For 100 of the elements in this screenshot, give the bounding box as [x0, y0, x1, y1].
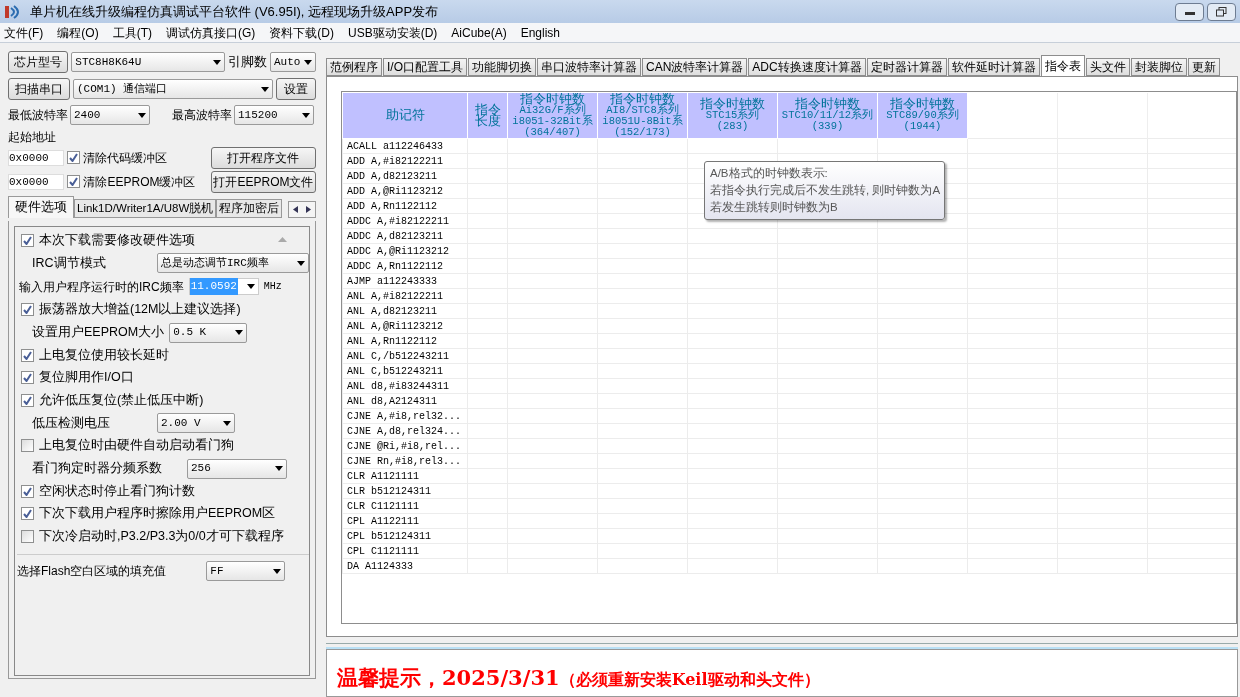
tooltip-line: 若发生跳转则时钟数为B [710, 200, 839, 215]
window-title: 单片机在线升级编程仿真调试平台软件 (V6.95I), 远程现场升级APP发布 [30, 2, 439, 21]
tab[interactable]: I/O口配置工具 [383, 58, 467, 76]
checkbox[interactable] [21, 348, 34, 362]
tab[interactable]: 头文件 [1085, 58, 1130, 76]
dropdown[interactable]: 115200 [234, 105, 314, 125]
table-cell: CJNE @Ri,#i8,rel... [347, 441, 462, 452]
label: 选择Flash空白区域的填充值 [17, 563, 167, 580]
menu-item[interactable]: 调试仿真接口(G) [166, 23, 256, 42]
menu-item[interactable]: 文件(F) [4, 23, 44, 42]
scroll-left-icon[interactable] [293, 206, 298, 213]
tab[interactable]: 串口波特率计算器 [537, 58, 641, 76]
checkbox[interactable] [21, 233, 34, 247]
table-cell: CLR b512124311 [347, 486, 431, 497]
address-field[interactable]: 0x0000 [8, 173, 65, 190]
dropdown[interactable]: (COM1) 通信端口 [73, 79, 273, 99]
dropdown-arrow-icon [223, 420, 231, 426]
label: IRC调节模式 [32, 254, 107, 272]
checkbox[interactable] [21, 303, 34, 317]
dropdown-arrow-icon [302, 112, 310, 118]
checkbox-label: 上电复位时由硬件自动启动看门狗 [39, 437, 234, 455]
tab[interactable]: 定时器计算器 [866, 58, 947, 76]
tab[interactable]: 指令表 [1040, 55, 1085, 76]
table-cell: AJMP a112243333 [347, 276, 437, 287]
dropdown-arrow-icon [235, 330, 244, 335]
restore-icon [1216, 6, 1227, 17]
menu-item[interactable]: 编程(O) [57, 23, 99, 42]
button[interactable]: 设置 [276, 78, 316, 100]
tab[interactable]: 软件延时计算器 [947, 58, 1040, 76]
button[interactable]: 芯片型号 [8, 51, 69, 73]
checkbox[interactable] [67, 151, 81, 164]
dropdown-arrow-icon [273, 568, 282, 574]
checkbox[interactable] [21, 371, 34, 385]
minimize-button[interactable] [1175, 2, 1204, 21]
menu-item[interactable]: AiCube(A) [451, 23, 507, 42]
dropdown[interactable]: 0.5 K [169, 322, 248, 343]
scroll-right-icon[interactable] [306, 206, 311, 213]
menu-item[interactable]: USB驱动安装(D) [348, 23, 438, 42]
button[interactable]: 扫描串口 [8, 78, 70, 100]
table-cell: CPL C1121111 [347, 546, 419, 557]
tooltip-line: A/B格式的时钟数表示: [710, 166, 829, 181]
button[interactable]: 打开程序文件 [210, 146, 316, 169]
menu-item[interactable]: English [520, 23, 561, 42]
dropdown[interactable]: 2400 [70, 105, 150, 125]
checkbox[interactable] [21, 507, 34, 521]
dropdown-arrow-icon [261, 86, 269, 92]
tab[interactable]: 硬件选项 [8, 196, 74, 218]
label: 设置用户EEPROM大小 [32, 324, 165, 342]
checkbox[interactable] [67, 175, 81, 188]
table-cell: CLR A1121111 [347, 471, 419, 482]
table-cell: ANL A,#i82122211 [347, 291, 443, 302]
label: 低压检测电压 [32, 414, 111, 432]
tab[interactable]: CAN波特率计算器 [642, 58, 748, 76]
tab[interactable]: ADC转换速度计算器 [748, 58, 866, 76]
menu-item[interactable]: 资料下载(D) [269, 23, 334, 42]
checkbox-label: 振荡器放大增益(12M以上建议选择) [39, 301, 241, 319]
checkbox-label: 空闲状态时停止看门狗计数 [39, 482, 195, 500]
dropdown-arrow-icon [275, 466, 283, 471]
table-cell: ADDC A,d82123211 [347, 231, 443, 242]
checkbox[interactable] [21, 484, 34, 498]
table-cell: ADD A,d82123211 [347, 171, 437, 182]
label: 最低波特率 [8, 107, 68, 124]
dropdown[interactable]: 256 [187, 458, 287, 479]
tab[interactable]: 范例程序 [326, 58, 382, 76]
dropdown-arrow-icon [246, 284, 255, 289]
tab[interactable]: 功能脚切换 [468, 58, 536, 76]
checkbox[interactable] [21, 529, 34, 543]
checkbox-label: 下次下载用户程序时擦除用户EEPROM区 [39, 505, 276, 523]
dropdown[interactable]: FF [206, 561, 286, 581]
address-field[interactable]: 0x0000 [8, 149, 65, 166]
table-cell: ADDC A,#i82122211 [347, 216, 450, 227]
menu-item[interactable]: 工具(T) [112, 23, 152, 42]
button[interactable]: 打开EEPROM文件 [210, 170, 316, 193]
dropdown[interactable]: Auto [270, 52, 316, 72]
table-cell: ADD A,@Ri1123212 [347, 186, 443, 197]
restore-button[interactable] [1207, 2, 1236, 21]
tab[interactable]: 程序加密后 [216, 199, 283, 218]
tab[interactable]: 封装脚位 [1130, 58, 1187, 76]
tab[interactable]: Link1D/Writer1A/U8W脱机 [74, 199, 217, 218]
table-cell: ANL d8,#i83244311 [347, 381, 450, 392]
tab[interactable]: 更新 [1187, 58, 1220, 76]
table-cell: ANL A,Rn1122112 [347, 336, 437, 347]
table-cell: ADDC A,@Ri1123212 [347, 246, 450, 257]
table-cell: CPL b512124311 [347, 531, 431, 542]
dropdown-arrow-icon [297, 260, 305, 266]
table-cell: ADD A,#i82122211 [347, 156, 443, 167]
dropdown-arrow-icon [213, 59, 221, 65]
table-cell: CJNE A,#i8,rel32... [347, 411, 462, 422]
dropdown[interactable]: STC8H8K64U [71, 52, 225, 72]
dropdown-arrow-icon [138, 112, 146, 118]
dropdown[interactable]: 2.00 V [157, 413, 235, 433]
checkbox-label: 允许低压复位(禁止低压中断) [39, 391, 204, 409]
table-cell: ANL A,@Ri1123212 [347, 321, 443, 332]
table-cell: CJNE Rn,#i8,rel3... [347, 456, 462, 467]
checkbox[interactable] [21, 439, 34, 453]
dropdown-arrow-icon [304, 59, 312, 65]
checkbox[interactable] [21, 393, 34, 407]
label: 最高波特率 [172, 107, 232, 124]
checkbox-label: 本次下载需要修改硬件选项 [39, 231, 195, 249]
dropdown[interactable]: 总是动态调节IRC频率 [157, 253, 309, 273]
